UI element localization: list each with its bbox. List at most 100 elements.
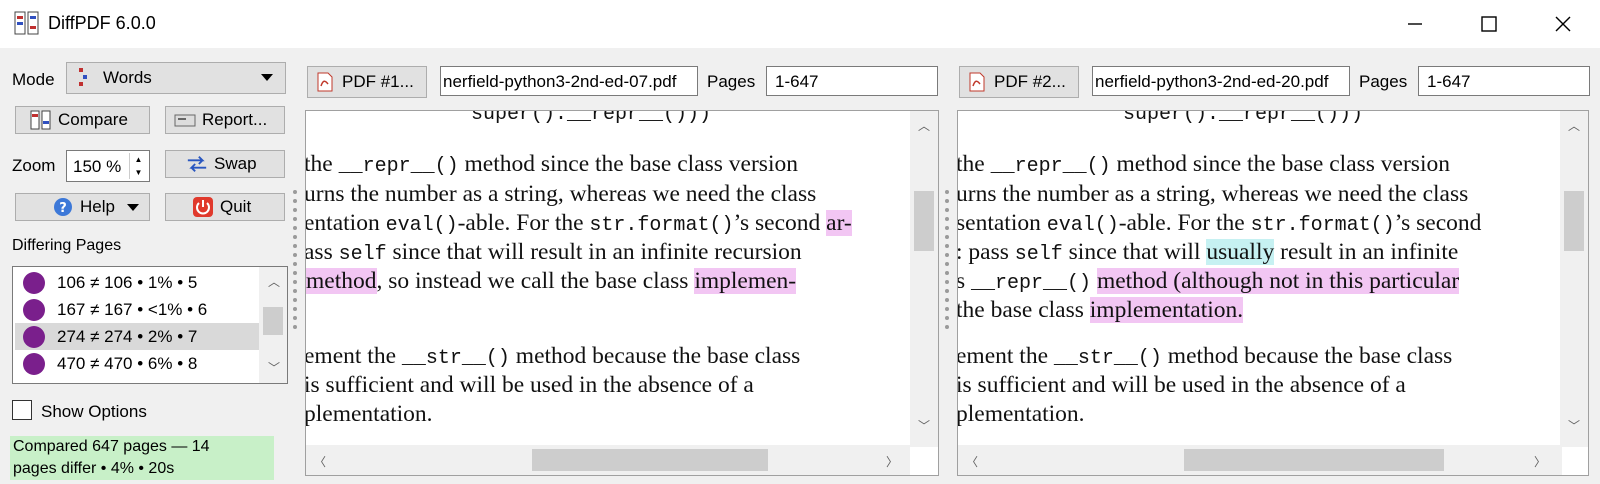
title-bar: DiffPDF 6.0.0 bbox=[0, 0, 1600, 48]
doc-line: is sufficient and will be used in the ab… bbox=[958, 372, 1406, 398]
differing-pages-list[interactable]: 106 ≠ 106 • 1% • 5 167 ≠ 167 • <1% • 6 2… bbox=[12, 266, 288, 384]
swap-button[interactable]: Swap bbox=[165, 150, 285, 178]
pdf2-vertical-scrollbar[interactable]: ︿ ﹀ bbox=[1560, 111, 1588, 447]
diff-highlight: method bbox=[306, 268, 377, 294]
words-mode-icon bbox=[77, 67, 91, 89]
pdf2-pages-field[interactable]: 1-647 bbox=[1418, 66, 1590, 96]
doc-line: ass self since that will result in an in… bbox=[306, 239, 802, 266]
list-scrollbar[interactable]: ︿ ﹀ bbox=[259, 267, 287, 383]
swap-icon bbox=[186, 153, 208, 175]
doc-line: sentation eval()-able. For the str.forma… bbox=[958, 210, 1482, 237]
pdf2-horizontal-scrollbar[interactable]: 〈 〉 bbox=[958, 445, 1562, 475]
doc-code-line: super().__repr__())) bbox=[1123, 111, 1364, 126]
doc-line: : pass self since that will usually resu… bbox=[958, 239, 1459, 266]
list-item[interactable]: 470 ≠ 470 • 6% • 8 bbox=[15, 350, 267, 377]
minimize-button[interactable] bbox=[1378, 0, 1452, 48]
doc-line: urns the number as a string, whereas we … bbox=[306, 181, 817, 207]
pdf1-filename-field[interactable]: nerfield-python3-2nd-ed-07.pdf bbox=[440, 66, 698, 96]
doc-line: ement the __str__() method because the b… bbox=[958, 343, 1453, 370]
help-button[interactable]: ? Help bbox=[15, 193, 150, 221]
scroll-down-icon[interactable]: ﹀ bbox=[1568, 417, 1580, 434]
list-item-label: 167 ≠ 167 • <1% • 6 bbox=[57, 299, 208, 319]
doc-line: entation eval()-able. For the str.format… bbox=[306, 210, 852, 237]
pdf1-horizontal-scrollbar[interactable]: 〈 〉 bbox=[306, 445, 910, 475]
splitter-handle[interactable] bbox=[943, 190, 951, 350]
doc-line: urns the number as a string, whereas we … bbox=[958, 181, 1469, 207]
pdf2-filename-field[interactable]: nerfield-python3-2nd-ed-20.pdf bbox=[1092, 66, 1350, 96]
pdf1-filename-value: nerfield-python3-2nd-ed-07.pdf bbox=[443, 72, 677, 91]
pdf1-pages-field[interactable]: 1-647 bbox=[766, 66, 938, 96]
zoom-stepper[interactable]: ▲ ▼ bbox=[129, 153, 147, 179]
pdf1-open-button[interactable]: PDF #1... bbox=[307, 66, 427, 98]
status-line-1: Compared 647 pages — 14 bbox=[13, 438, 210, 455]
zoom-value: 150 % bbox=[73, 157, 122, 176]
added-highlight: usually bbox=[1206, 239, 1275, 265]
report-button[interactable]: Report... bbox=[165, 106, 285, 134]
list-item-label: 470 ≠ 470 • 6% • 8 bbox=[57, 353, 198, 373]
minimize-icon bbox=[1408, 23, 1422, 25]
doc-line: ement the __str__() method because the b… bbox=[306, 343, 801, 370]
diff-highlight: ar- bbox=[826, 210, 852, 236]
scroll-right-icon[interactable]: 〉 bbox=[1534, 453, 1546, 470]
close-icon bbox=[1555, 16, 1571, 32]
chevron-down-icon bbox=[261, 74, 273, 81]
quit-label: Quit bbox=[220, 197, 252, 216]
scroll-up-icon[interactable]: ︿ bbox=[1568, 117, 1580, 134]
zoom-up-icon[interactable]: ▲ bbox=[130, 153, 147, 166]
mode-select[interactable]: Words bbox=[66, 62, 286, 94]
compare-button[interactable]: Compare bbox=[15, 106, 150, 134]
list-item-label: 274 ≠ 274 • 2% • 7 bbox=[57, 326, 198, 346]
maximize-icon bbox=[1481, 16, 1497, 32]
status-line-2: pages differ • 4% • 20s bbox=[13, 460, 175, 477]
scrollbar-thumb[interactable] bbox=[1184, 449, 1444, 471]
help-icon: ? bbox=[52, 196, 74, 218]
scroll-left-icon[interactable]: 〈 bbox=[966, 453, 978, 470]
help-dropdown-icon bbox=[127, 204, 139, 211]
pdf2-view[interactable]: super().__repr__())) the __repr__() meth… bbox=[957, 110, 1589, 476]
zoom-label: Zoom bbox=[12, 156, 56, 175]
page-indicator-icon bbox=[23, 325, 45, 348]
list-item[interactable]: 167 ≠ 167 • <1% • 6 bbox=[15, 296, 267, 323]
scrollbar-thumb[interactable] bbox=[1564, 191, 1584, 251]
close-button[interactable] bbox=[1526, 0, 1600, 48]
mode-value: Words bbox=[103, 68, 152, 87]
swap-label: Swap bbox=[214, 154, 257, 173]
page-indicator-icon bbox=[23, 298, 45, 321]
pdf-icon bbox=[966, 71, 988, 93]
report-icon bbox=[174, 109, 196, 131]
list-item-label: 106 ≠ 106 • 1% • 5 bbox=[57, 272, 198, 292]
report-label: Report... bbox=[202, 110, 268, 129]
list-item[interactable]: 106 ≠ 106 • 1% • 5 bbox=[15, 269, 267, 296]
splitter-handle[interactable] bbox=[291, 190, 299, 350]
scroll-up-icon[interactable]: ︿ bbox=[918, 117, 930, 134]
scroll-left-icon[interactable]: 〈 bbox=[314, 453, 326, 470]
quit-button[interactable]: Quit bbox=[165, 193, 285, 221]
pdf2-open-button[interactable]: PDF #2... bbox=[959, 66, 1079, 98]
diff-highlight: method (although not in this particular bbox=[1096, 268, 1460, 294]
compare-icon bbox=[30, 109, 52, 131]
power-icon bbox=[192, 196, 214, 218]
svg-text:?: ? bbox=[59, 201, 67, 216]
pdf1-pages-value: 1-647 bbox=[775, 72, 819, 91]
zoom-down-icon[interactable]: ▼ bbox=[130, 166, 147, 179]
help-label: Help bbox=[80, 197, 115, 216]
pdf1-vertical-scrollbar[interactable]: ︿ ﹀ bbox=[910, 111, 938, 447]
maximize-button[interactable] bbox=[1452, 0, 1526, 48]
scroll-right-icon[interactable]: 〉 bbox=[886, 453, 898, 470]
window-title: DiffPDF 6.0.0 bbox=[48, 13, 156, 33]
doc-line: s __repr__() method (although not in thi… bbox=[958, 268, 1460, 295]
scroll-down-icon[interactable]: ﹀ bbox=[918, 417, 930, 434]
pdf1-view[interactable]: super().__repr__())) the __repr__() meth… bbox=[305, 110, 939, 476]
show-options-checkbox[interactable] bbox=[12, 400, 32, 420]
scrollbar-thumb[interactable] bbox=[914, 191, 934, 251]
doc-line: plementation. bbox=[306, 401, 433, 427]
doc-line: the __repr__() method since the base cla… bbox=[958, 151, 1450, 178]
zoom-spinbox[interactable]: 150 % ▲ ▼ bbox=[66, 150, 150, 182]
scrollbar-thumb[interactable] bbox=[263, 307, 283, 335]
pdf1-button-label: PDF #1... bbox=[342, 72, 414, 91]
list-item-selected[interactable]: 274 ≠ 274 • 2% • 7 bbox=[15, 323, 267, 350]
scroll-up-icon[interactable]: ︿ bbox=[268, 273, 280, 290]
scrollbar-thumb[interactable] bbox=[532, 449, 768, 471]
doc-line: the __repr__() method since the base cla… bbox=[306, 151, 798, 178]
scroll-down-icon[interactable]: ﹀ bbox=[268, 359, 280, 376]
